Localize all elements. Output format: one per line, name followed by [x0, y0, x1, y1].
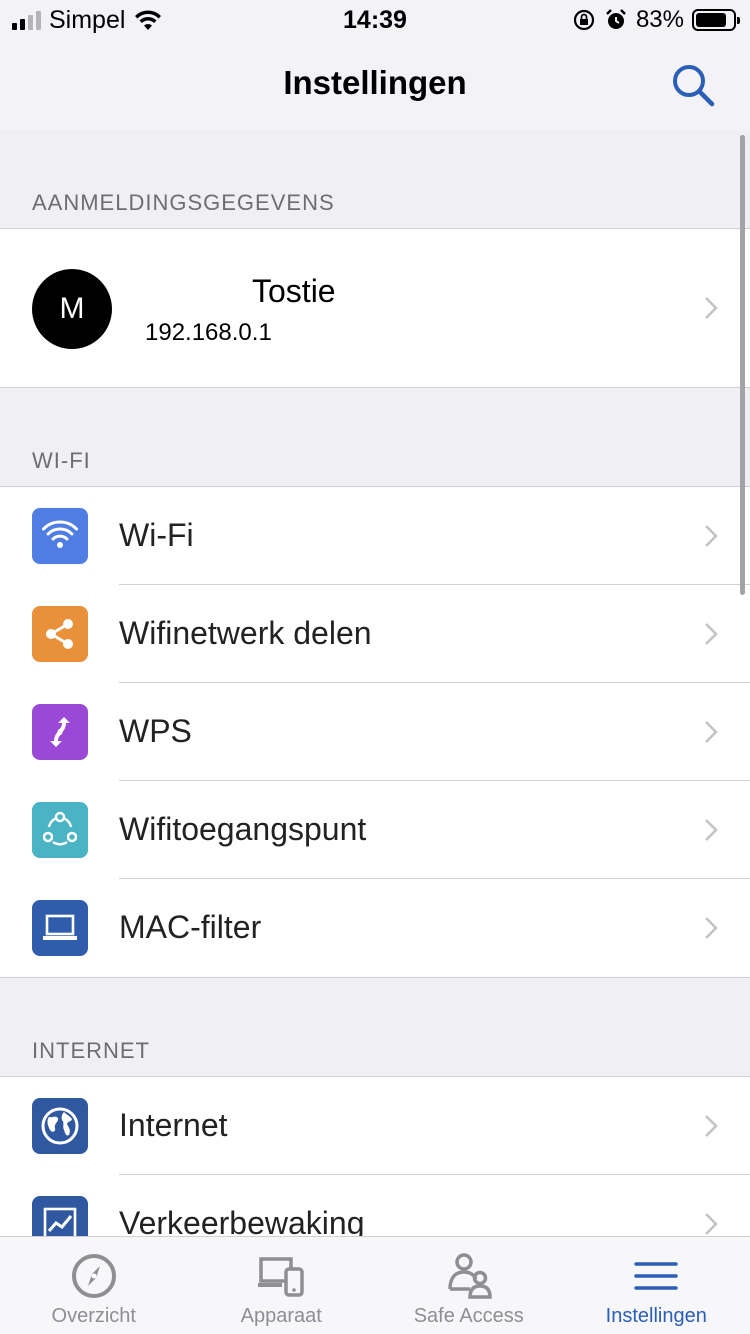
chevron-right-icon — [705, 623, 718, 645]
row-label: Verkeerbewaking — [119, 1205, 365, 1236]
tab-label: Apparaat — [240, 1305, 322, 1327]
tab-instellingen[interactable]: Instellingen — [563, 1237, 750, 1334]
account-ip: 192.168.0.1 — [145, 319, 272, 346]
globe-icon — [32, 1098, 88, 1154]
row-label: Internet — [119, 1107, 228, 1143]
devices-icon — [258, 1257, 304, 1297]
tab-bar: Overzicht Apparaat Safe Access Instellin… — [0, 1236, 750, 1334]
traffic-chart-icon — [32, 1196, 88, 1236]
tab-label: Overzicht — [51, 1305, 136, 1327]
battery-icon — [692, 9, 740, 31]
navigation-bar: Instellingen — [0, 40, 750, 130]
status-bar: Simpel 14:39 83% — [0, 0, 750, 40]
menu-icon — [634, 1262, 678, 1290]
section-header-account: AANMELDINGSGEGEVENS — [32, 190, 335, 215]
settings-row-wifi[interactable]: Wi-Fi — [0, 487, 750, 585]
section-header-internet: INTERNET — [32, 1038, 150, 1063]
row-label: Wifitoegangspunt — [119, 811, 367, 847]
chevron-right-icon — [705, 1213, 718, 1235]
battery-percent: 83% — [635, 6, 684, 33]
account-name: Tostie — [252, 273, 336, 309]
access-point-icon — [32, 802, 88, 858]
row-label: Wifinetwerk delen — [119, 615, 372, 651]
wps-icon — [32, 704, 88, 760]
battery-fill — [696, 13, 726, 27]
share-icon — [32, 606, 88, 662]
chevron-right-icon — [705, 917, 718, 939]
section-header-wifi: WI-FI — [32, 448, 91, 473]
search-icon[interactable] — [670, 62, 716, 108]
family-icon — [448, 1253, 492, 1299]
row-label: WPS — [119, 713, 192, 749]
account-row[interactable]: M Tostie 192.168.0.1 — [0, 229, 750, 387]
wifi-group: Wi-Fi Wifinetwerk delen WPS Wifitoegangs… — [0, 486, 750, 978]
internet-group: Internet Verkeerbewaking — [0, 1076, 750, 1236]
orientation-lock-icon — [573, 9, 595, 31]
account-group: M Tostie 192.168.0.1 — [0, 228, 750, 388]
chevron-right-icon — [705, 721, 718, 743]
settings-row-wifi-share[interactable]: Wifinetwerk delen — [0, 585, 750, 683]
alarm-icon — [606, 9, 626, 29]
chevron-right-icon — [705, 525, 718, 547]
tab-label: Safe Access — [413, 1305, 524, 1327]
chevron-right-icon — [705, 819, 718, 841]
wifi-icon — [32, 508, 88, 564]
avatar: M — [32, 269, 112, 349]
chevron-right-icon — [705, 297, 718, 319]
row-label: MAC-filter — [119, 909, 262, 945]
settings-list[interactable]: AANMELDINGSGEGEVENS M Tostie 192.168.0.1… — [0, 130, 750, 1236]
tab-safe-access[interactable]: Safe Access — [375, 1237, 563, 1334]
scroll-indicator[interactable] — [740, 135, 745, 595]
row-label: Wi-Fi — [119, 517, 194, 553]
settings-row-traffic[interactable]: Verkeerbewaking — [0, 1175, 750, 1236]
laptop-icon — [32, 900, 88, 956]
compass-icon — [71, 1254, 116, 1298]
settings-row-mac-filter[interactable]: MAC-filter — [0, 879, 750, 977]
status-right: 83% — [572, 6, 740, 34]
chevron-right-icon — [705, 1115, 718, 1137]
tab-label: Instellingen — [605, 1305, 707, 1327]
settings-row-wps[interactable]: WPS — [0, 683, 750, 781]
page-title: Instellingen — [283, 64, 467, 101]
tab-apparaat[interactable]: Apparaat — [188, 1237, 376, 1334]
settings-row-internet[interactable]: Internet — [0, 1077, 750, 1175]
tab-overzicht[interactable]: Overzicht — [0, 1237, 188, 1334]
settings-row-access-point[interactable]: Wifitoegangspunt — [0, 781, 750, 879]
